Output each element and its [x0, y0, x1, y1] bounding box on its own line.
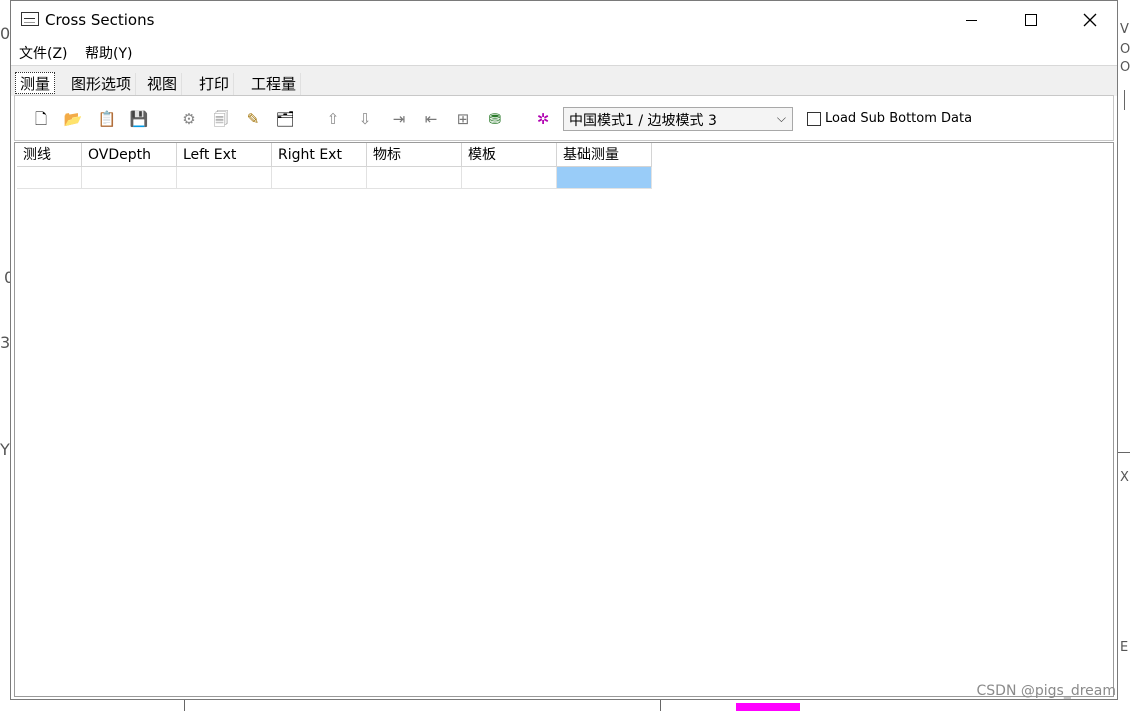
data-grid: 测线 OVDepth Left Ext Right Ext 物标 模板 基础测量: [14, 142, 1114, 697]
maximize-icon: [1025, 14, 1037, 26]
tab-view[interactable]: 视图: [143, 73, 183, 95]
import-icon[interactable]: 📋: [97, 109, 117, 129]
grid-edit-icon[interactable]: ⊞: [453, 109, 473, 129]
grid-cell-selected[interactable]: [557, 167, 652, 189]
title-bar: Cross Sections: [11, 1, 1117, 39]
properties-icon[interactable]: 🗂: [275, 109, 295, 129]
insert-row-icon[interactable]: ⇥: [389, 109, 409, 129]
paint-bucket-icon[interactable]: ⛃: [485, 109, 505, 129]
column-header-left-ext[interactable]: Left Ext: [177, 143, 272, 167]
open-folder-icon[interactable]: 📂: [63, 109, 83, 129]
column-header-right-ext[interactable]: Right Ext: [272, 143, 367, 167]
window-title: Cross Sections: [45, 11, 155, 29]
background-fragment: 0: [0, 24, 11, 43]
grid-cell[interactable]: [272, 167, 367, 189]
toolbar: 🗋 📂 📋 💾 ⚙ 🗐 ✎ 🗂 ⇧ ⇩ ⇥ ⇤ ⊞ ⛃ ✲ 中国模式1 / 边坡…: [14, 95, 1114, 141]
background-line: [1124, 90, 1125, 110]
grid-cell[interactable]: [367, 167, 462, 189]
background-fragment: X: [1120, 470, 1129, 485]
mode-dropdown-value: 中国模式1 / 边坡模式 3: [569, 113, 717, 129]
tab-graph-options[interactable]: 图形选项: [67, 73, 137, 95]
compute-icon[interactable]: ⚙: [179, 109, 199, 129]
grid-cell[interactable]: [17, 167, 82, 189]
arrow-up-icon[interactable]: ⇧: [323, 109, 343, 129]
load-sub-bottom-label[interactable]: Load Sub Bottom Data: [825, 111, 972, 126]
tab-bar: 测量 图形选项 视图 打印 工程量: [11, 65, 1117, 96]
copy-sections-icon[interactable]: 🗐: [211, 109, 231, 129]
menu-help[interactable]: 帮助(Y): [85, 43, 132, 63]
column-header-ovdepth[interactable]: OVDepth: [82, 143, 177, 167]
mode-dropdown[interactable]: 中国模式1 / 边坡模式 3 ⌵: [563, 107, 793, 131]
column-header-marker[interactable]: 物标: [367, 143, 462, 167]
background-fragment: Y: [0, 440, 10, 459]
tab-print[interactable]: 打印: [195, 73, 235, 95]
column-header-survey-line[interactable]: 测线: [17, 143, 82, 167]
background-line: [1118, 452, 1130, 453]
background-line: [660, 700, 661, 711]
tab-survey[interactable]: 测量: [15, 72, 56, 94]
background-magenta-bar: [736, 703, 800, 711]
pencil-icon[interactable]: ✎: [243, 109, 263, 129]
app-icon: [21, 12, 39, 26]
arrow-down-icon[interactable]: ⇩: [355, 109, 375, 129]
background-fragment: O: [1120, 60, 1130, 75]
grid-cell[interactable]: [462, 167, 557, 189]
grid-cell[interactable]: [177, 167, 272, 189]
column-header-base-survey[interactable]: 基础测量: [557, 143, 652, 167]
close-button[interactable]: [1061, 1, 1119, 39]
minimize-button[interactable]: [942, 1, 1000, 39]
background-fragment: E: [1120, 640, 1129, 655]
background-line: [184, 700, 185, 711]
close-icon: [1083, 13, 1097, 27]
menu-file[interactable]: 文件(Z): [19, 43, 68, 63]
save-icon[interactable]: 💾: [129, 109, 149, 129]
load-sub-bottom-checkbox[interactable]: [807, 112, 821, 126]
background-fragment: V: [1120, 22, 1129, 37]
watermark: CSDN @pigs_dream: [976, 683, 1117, 699]
column-header-template[interactable]: 模板: [462, 143, 557, 167]
delete-row-icon[interactable]: ⇤: [421, 109, 441, 129]
new-file-icon[interactable]: 🗋: [31, 109, 51, 129]
minimize-icon: [965, 19, 977, 21]
tab-quantities[interactable]: 工程量: [247, 73, 302, 95]
maximize-button[interactable]: [1002, 1, 1060, 39]
cross-sections-window: Cross Sections 文件(Z) 帮助(Y) 测量 图形选项 视图 打印…: [10, 0, 1118, 700]
grid-cell[interactable]: [82, 167, 177, 189]
menu-bar: 文件(Z) 帮助(Y): [11, 39, 1117, 63]
background-fragment: O: [1120, 42, 1130, 57]
template-icon[interactable]: ✲: [533, 109, 553, 129]
chevron-down-icon: ⌵: [776, 111, 786, 125]
